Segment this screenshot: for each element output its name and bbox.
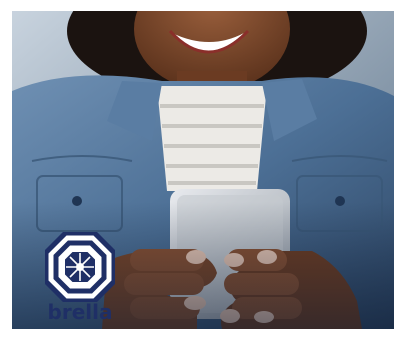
brand-logo: brella [40,232,120,332]
brand-name: brella [47,300,113,324]
brella-logo-icon [45,232,115,302]
